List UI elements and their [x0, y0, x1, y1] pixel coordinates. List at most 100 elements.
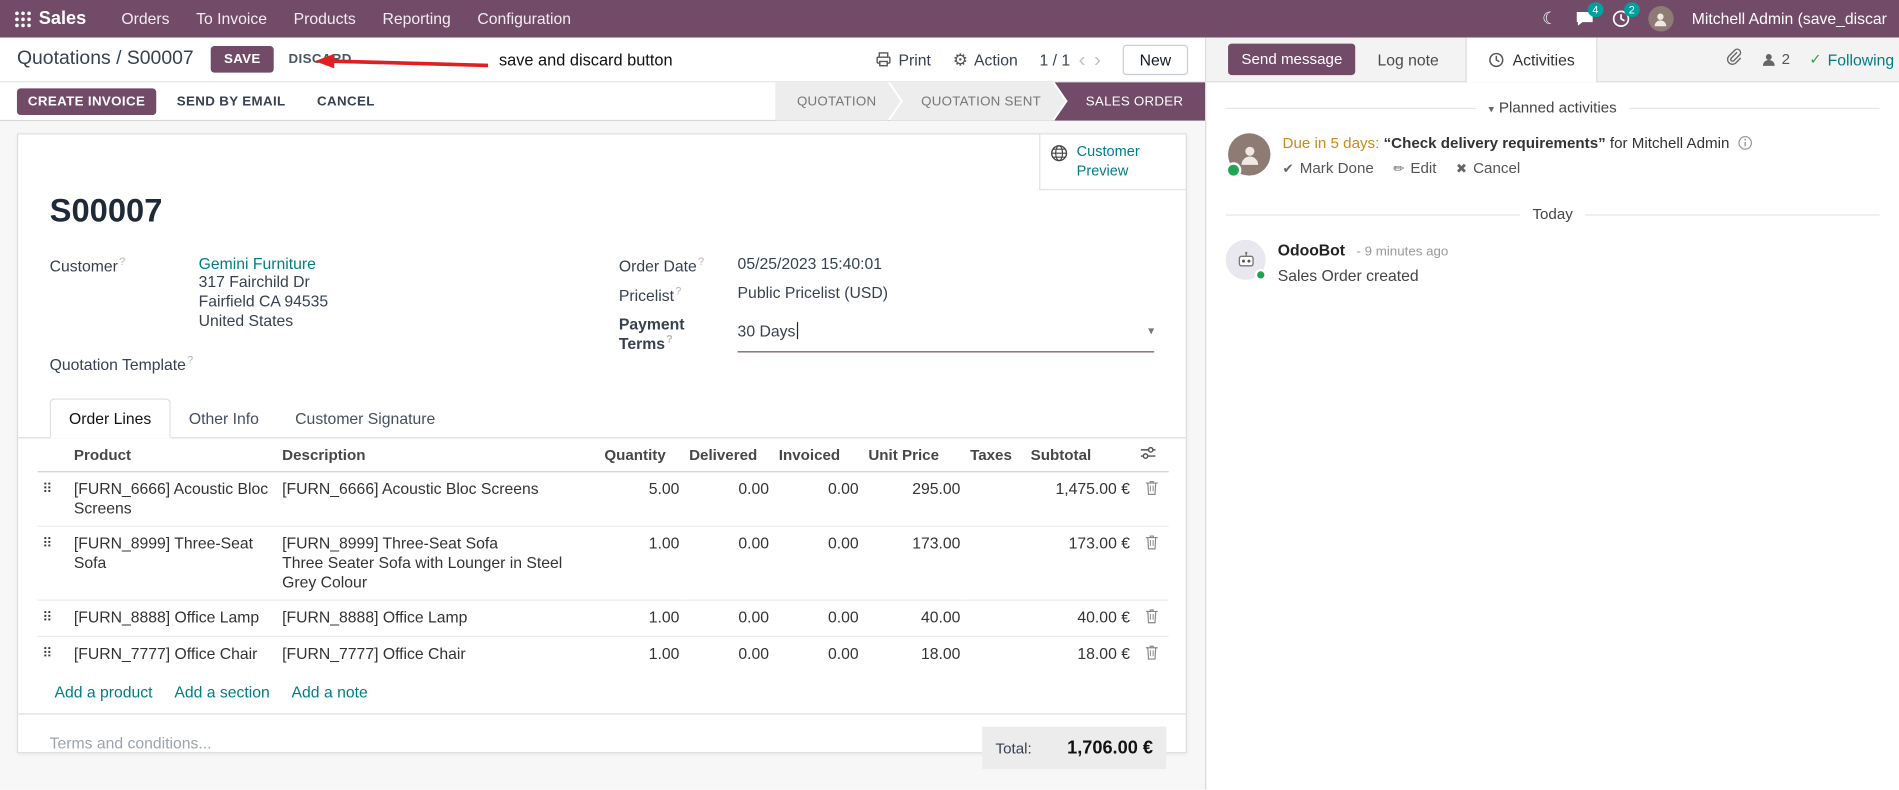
payment-terms-input[interactable]: 30 Days ▾: [737, 313, 1155, 353]
attachments-button[interactable]: [1725, 47, 1742, 71]
nav-item-products[interactable]: Products: [280, 2, 369, 35]
nav-item-reporting[interactable]: Reporting: [369, 2, 464, 35]
total-label: Total:: [995, 739, 1032, 757]
new-button[interactable]: New: [1122, 44, 1189, 75]
optional-columns-icon[interactable]: [1134, 438, 1169, 473]
nav-item-to-invoice[interactable]: To Invoice: [183, 2, 281, 35]
table-row[interactable]: ⠿ [FURN_7777] Office Chair [FURN_7777] O…: [37, 636, 1169, 673]
planned-activities-header[interactable]: ▾ Planned activities: [1225, 99, 1880, 116]
col-unit-price[interactable]: Unit Price: [863, 438, 966, 473]
send-message-button[interactable]: Send message: [1228, 43, 1356, 76]
stage-quotation[interactable]: QUOTATION: [775, 82, 900, 121]
col-quantity[interactable]: Quantity: [599, 438, 685, 473]
log-note-button[interactable]: Log note: [1368, 43, 1449, 76]
pricelist-value[interactable]: Public Pricelist (USD): [738, 284, 1155, 305]
activity-avatar[interactable]: [1225, 133, 1271, 179]
col-delivered[interactable]: Delivered: [684, 438, 774, 473]
drag-handle-icon[interactable]: ⠿: [37, 636, 70, 673]
followers-button[interactable]: 2: [1761, 51, 1790, 68]
table-row[interactable]: ⠿ [FURN_6666] Acoustic Bloc Screens [FUR…: [38, 472, 1169, 526]
col-description[interactable]: Description: [277, 438, 600, 473]
pager-previous-icon[interactable]: ‹: [1079, 49, 1086, 70]
cancel-activity-button[interactable]: ✖ Cancel: [1456, 160, 1520, 177]
document-title: S00007: [49, 192, 163, 229]
apps-grid-icon[interactable]: [12, 10, 39, 27]
stage-quotation-sent[interactable]: QUOTATION SENT: [890, 82, 1066, 121]
create-invoice-button[interactable]: CREATE INVOICE: [16, 87, 157, 115]
order-total: Total: 1,706.00 €: [982, 727, 1167, 770]
globe-icon: [1051, 145, 1068, 162]
col-taxes[interactable]: Taxes: [965, 438, 1026, 473]
mark-done-button[interactable]: ✔ Mark Done: [1283, 160, 1374, 177]
delete-row-icon[interactable]: [1135, 472, 1169, 526]
add-product-link[interactable]: Add a product: [54, 683, 152, 701]
breadcrumb: Quotations / S00007: [17, 48, 194, 70]
breadcrumb-quotations[interactable]: Quotations: [17, 48, 111, 69]
nav-item-orders[interactable]: Orders: [108, 2, 183, 35]
today-divider: Today: [1225, 206, 1880, 223]
app-window: Sales Orders To Invoice Products Reporti…: [0, 0, 1899, 790]
order-date-value[interactable]: 05/25/2023 15:40:01: [738, 254, 1155, 275]
table-header-row: Product Description Quantity Delivered I…: [37, 438, 1169, 473]
quotation-template-field[interactable]: Quotation Template?: [50, 352, 619, 374]
control-panel: Quotations / S00007 SAVE DISCARD save an…: [0, 37, 1206, 83]
message-timestamp: - 9 minutes ago: [1356, 244, 1449, 260]
order-lines-table: Product Description Quantity Delivered I…: [37, 438, 1169, 673]
table-row[interactable]: ⠿ [FURN_8999] Three-Seat Sofa [FURN_8999…: [37, 526, 1169, 601]
chatter-panel: Send message Log note Activities 2 ✓ Fol…: [1205, 37, 1899, 790]
pager: 1 / 1 ‹ ›: [1040, 49, 1101, 70]
tab-activities[interactable]: Activities: [1465, 37, 1598, 83]
info-icon[interactable]: [1738, 136, 1753, 151]
order-line-actions: Add a product Add a section Add a note: [18, 673, 1186, 715]
delete-row-icon[interactable]: [1134, 599, 1169, 637]
chevron-down-icon[interactable]: ▾: [1148, 324, 1154, 337]
help-icon: ?: [675, 285, 682, 298]
print-button[interactable]: Print: [874, 50, 931, 68]
col-subtotal[interactable]: Subtotal: [1025, 438, 1135, 473]
pager-next-icon[interactable]: ›: [1094, 49, 1101, 70]
add-note-link[interactable]: Add a note: [292, 683, 368, 701]
stage-sales-order[interactable]: SALES ORDER: [1054, 81, 1206, 121]
nav-item-configuration[interactable]: Configuration: [464, 2, 584, 35]
drag-handle-icon[interactable]: ⠿: [37, 599, 70, 637]
customer-link[interactable]: Gemini Furniture: [199, 254, 316, 272]
user-avatar[interactable]: [1648, 6, 1674, 32]
payment-terms-field: Payment Terms? 30 Days ▾: [618, 313, 1155, 353]
tab-other-info[interactable]: Other Info: [171, 400, 277, 438]
terms-and-conditions-input[interactable]: Terms and conditions...: [50, 734, 212, 752]
payment-terms-label: Payment Terms?: [618, 314, 685, 353]
user-menu[interactable]: Mitchell Admin (save_discar: [1692, 10, 1887, 28]
customer-label: Customer?: [49, 255, 126, 276]
save-button[interactable]: SAVE: [210, 46, 275, 73]
activities-clock-icon[interactable]: 2: [1612, 2, 1640, 28]
print-icon: [876, 52, 891, 67]
notebook-tabs: Order Lines Other Info Customer Signatur…: [18, 398, 1186, 439]
delete-row-icon[interactable]: [1134, 526, 1169, 601]
statusbar: CREATE INVOICE SEND BY EMAIL CANCEL QUOT…: [0, 81, 1206, 122]
send-by-email-button[interactable]: SEND BY EMAIL: [166, 88, 297, 115]
odoobot-avatar[interactable]: [1225, 239, 1267, 281]
app-brand[interactable]: Sales: [39, 8, 86, 29]
message-author[interactable]: OdooBot: [1278, 241, 1345, 259]
following-toggle[interactable]: ✓ Following: [1809, 50, 1894, 68]
chatter-feed: ▾ Planned activities Due in 5 days: “Chec…: [1206, 82, 1899, 301]
col-invoiced[interactable]: Invoiced: [773, 438, 864, 473]
field-group: Customer? Gemini Furniture 317 Fairchild…: [18, 254, 1186, 382]
add-section-link[interactable]: Add a section: [174, 683, 269, 701]
customer-field: Customer? Gemini Furniture 317 Fairchild…: [50, 254, 619, 330]
delete-row-icon[interactable]: [1134, 636, 1169, 673]
messages-icon[interactable]: 4: [1575, 2, 1604, 28]
table-row[interactable]: ⠿ [FURN_8888] Office Lamp [FURN_8888] Of…: [37, 599, 1169, 637]
dark-mode-moon-icon[interactable]: ☾: [1542, 8, 1557, 29]
customer-preview-link[interactable]: Customer Preview: [1039, 134, 1186, 191]
cancel-button[interactable]: CANCEL: [306, 88, 385, 115]
tab-order-lines[interactable]: Order Lines: [49, 398, 171, 439]
activity-summary: “Check delivery requirements”: [1383, 134, 1606, 152]
drag-handle-icon[interactable]: ⠿: [37, 526, 70, 601]
col-product[interactable]: Product: [69, 438, 278, 473]
edit-activity-button[interactable]: ✏ Edit: [1393, 160, 1436, 177]
action-button[interactable]: ⚙ Action: [953, 49, 1018, 70]
help-icon: ?: [666, 332, 673, 345]
drag-handle-icon[interactable]: ⠿: [38, 472, 69, 526]
tab-customer-signature[interactable]: Customer Signature: [277, 400, 453, 438]
